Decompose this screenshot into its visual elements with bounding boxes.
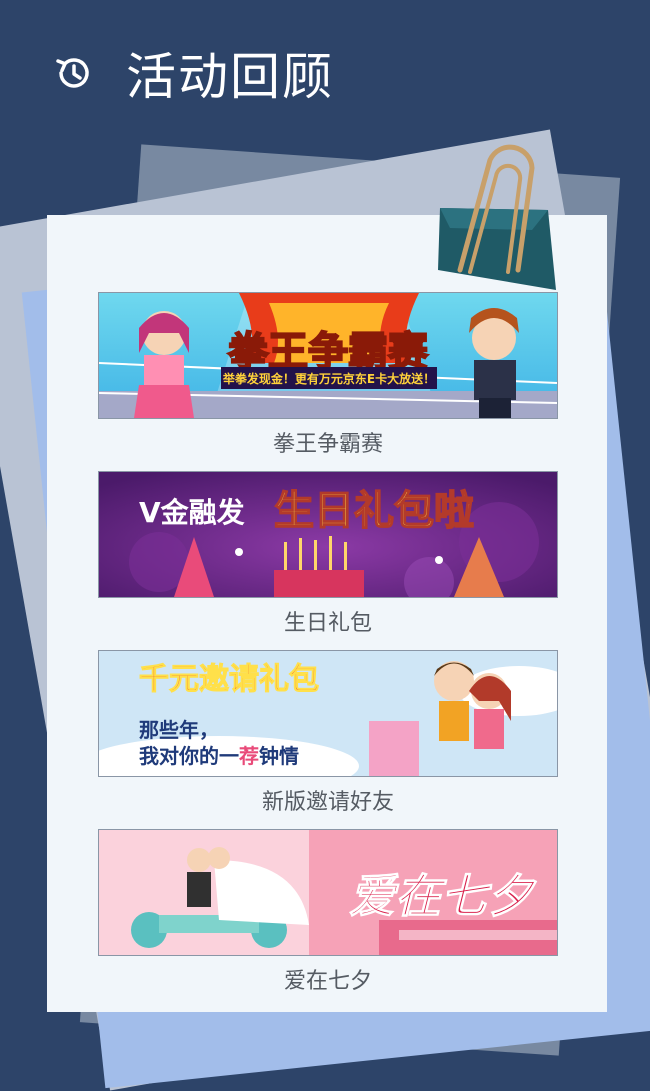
banner-line2-c: 钟情 [259, 744, 299, 768]
banner-title: 千元邀请礼包 [139, 662, 319, 697]
banner-title: 生日礼包啦 [274, 488, 474, 534]
banner-line2-b: 荐 [238, 744, 259, 768]
page-title: 活动回顾 [126, 48, 334, 106]
banner-line1: 那些年， [139, 718, 219, 742]
activity-item-qixi[interactable]: 爱在七夕 爱在七夕 [98, 829, 558, 1008]
history-icon[interactable] [52, 52, 94, 94]
binder-clip-icon [438, 144, 556, 290]
banner-line2-a: 我对你的一 [139, 744, 239, 768]
activity-banner[interactable]: V金融发 生日礼包啦 [98, 471, 558, 598]
activity-banner[interactable]: 爱在七夕 [98, 829, 558, 956]
activity-caption[interactable]: 生日礼包 [98, 605, 558, 637]
activity-list: 拳王争霸赛 举拳发现金！更有万元京东E卡大放送！ 拳王争霸赛 V金融发 生日礼包… [98, 292, 558, 1008]
activity-banner[interactable]: 千元邀请礼包 那些年， 我对你的一荐钟情 [98, 650, 558, 777]
svg-text:我对你的一荐钟情: 我对你的一荐钟情 [139, 744, 299, 768]
banner-title: 爱在七夕 [349, 869, 537, 923]
banner-subtitle: 举拳发现金！更有万元京东E卡大放送！ [222, 371, 435, 386]
activity-caption[interactable]: 拳王争霸赛 [98, 426, 558, 458]
banner-title-prefix: V金融发 [139, 496, 245, 529]
activity-item-boxing[interactable]: 拳王争霸赛 举拳发现金！更有万元京东E卡大放送！ 拳王争霸赛 [98, 292, 558, 471]
activity-item-birthday[interactable]: V金融发 生日礼包啦 生日礼包 [98, 471, 558, 650]
activity-caption[interactable]: 新版邀请好友 [98, 784, 558, 816]
activity-item-invite[interactable]: 千元邀请礼包 那些年， 我对你的一荐钟情 新版邀请好友 [98, 650, 558, 829]
activity-banner[interactable]: 拳王争霸赛 举拳发现金！更有万元京东E卡大放送！ [98, 292, 558, 419]
page-header: 活动回顾 [52, 38, 334, 108]
activity-caption[interactable]: 爱在七夕 [98, 963, 558, 995]
